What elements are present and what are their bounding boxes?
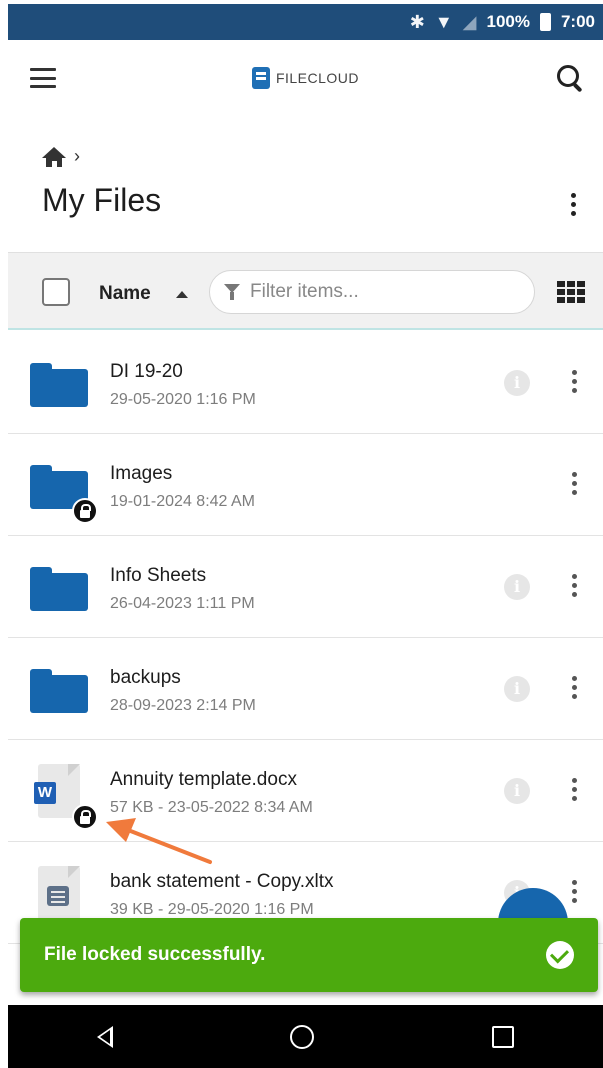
item-menu-icon[interactable] <box>571 676 577 699</box>
folder-menu-icon[interactable] <box>570 193 576 216</box>
item-name: backups <box>110 667 181 688</box>
menu-icon[interactable] <box>30 68 56 88</box>
brand-logo: FILECLOUD <box>251 67 360 89</box>
info-icon[interactable]: i <box>504 574 530 600</box>
battery-icon <box>539 13 551 31</box>
item-meta: 19-01-2024 8:42 AM <box>110 493 255 510</box>
lock-icon <box>72 804 98 830</box>
brand-name: FILECLOUD <box>275 70 360 86</box>
grid-view-icon[interactable] <box>557 281 585 303</box>
search-icon[interactable] <box>555 63 585 93</box>
home-button-icon[interactable] <box>290 1024 315 1049</box>
folder-icon <box>30 363 88 407</box>
bluetooth-icon: ✱ <box>409 11 425 32</box>
info-icon[interactable]: i <box>504 676 530 702</box>
toast-notification: File locked successfully. <box>20 918 598 992</box>
item-meta: 28-09-2023 2:14 PM <box>110 697 256 714</box>
list-item[interactable]: W Annuity template.docx 57 KB - 23-05-20… <box>8 740 603 842</box>
item-name: Info Sheets <box>110 565 207 586</box>
signal-icon: ◢ <box>462 11 477 32</box>
device-screen: ✱ ▼ ◢ 100% 7:00 FILECLOUD › My Files Nam… <box>8 0 603 1068</box>
folder-icon <box>30 567 88 611</box>
sort-ascending-icon[interactable] <box>176 291 188 298</box>
list-item[interactable]: Info Sheets 26-04-2023 1:11 PM i <box>8 536 603 638</box>
filter-input[interactable] <box>248 280 512 304</box>
wifi-icon: ▼ <box>434 11 453 32</box>
item-meta: 39 KB - 29-05-2020 1:16 PM <box>110 901 314 918</box>
item-name: DI 19-20 <box>110 361 183 382</box>
select-all-checkbox[interactable] <box>42 278 70 306</box>
document-icon <box>38 866 80 920</box>
sort-by-name[interactable]: Name <box>99 283 151 305</box>
item-meta: 29-05-2020 1:16 PM <box>110 391 256 408</box>
item-meta: 26-04-2023 1:11 PM <box>110 595 255 612</box>
back-icon[interactable] <box>96 1025 113 1048</box>
list-item[interactable]: backups 28-09-2023 2:14 PM i <box>8 638 603 740</box>
item-menu-icon[interactable] <box>571 880 577 903</box>
system-nav-bar <box>8 1005 603 1068</box>
clock: 7:00 <box>560 12 595 31</box>
breadcrumb-separator: › <box>74 146 80 166</box>
item-name: Annuity template.docx <box>110 769 297 790</box>
list-toolbar: Name <box>8 252 603 330</box>
item-menu-icon[interactable] <box>571 778 577 801</box>
battery-percent: 100% <box>486 12 530 31</box>
item-name: bank statement - Copy.xltx <box>110 871 334 892</box>
file-list: DI 19-20 29-05-2020 1:16 PM i Images 19-… <box>8 332 603 944</box>
breadcrumb: › <box>42 146 80 167</box>
app-bar: FILECLOUD <box>8 40 603 116</box>
folder-icon <box>30 669 88 713</box>
item-name: Images <box>110 463 173 484</box>
list-item[interactable]: Images 19-01-2024 8:42 AM <box>8 434 603 536</box>
home-icon[interactable] <box>42 146 66 167</box>
item-menu-icon[interactable] <box>571 370 577 393</box>
item-menu-icon[interactable] <box>571 574 577 597</box>
item-meta: 57 KB - 23-05-2022 8:34 AM <box>110 799 313 816</box>
info-icon[interactable]: i <box>504 778 530 804</box>
filecloud-logo-icon <box>251 67 270 89</box>
filter-icon <box>224 284 240 300</box>
page-title: My Files <box>42 182 162 218</box>
list-item[interactable]: DI 19-20 29-05-2020 1:16 PM i <box>8 332 603 434</box>
status-bar: ✱ ▼ ◢ 100% 7:00 <box>8 4 603 40</box>
recent-apps-icon[interactable] <box>492 1025 515 1048</box>
check-circle-icon <box>546 941 574 969</box>
info-icon[interactable]: i <box>504 370 530 396</box>
item-menu-icon[interactable] <box>571 472 577 495</box>
filter-box[interactable] <box>209 270 535 314</box>
toast-message: File locked successfully. <box>44 944 266 965</box>
lock-icon <box>72 498 98 524</box>
